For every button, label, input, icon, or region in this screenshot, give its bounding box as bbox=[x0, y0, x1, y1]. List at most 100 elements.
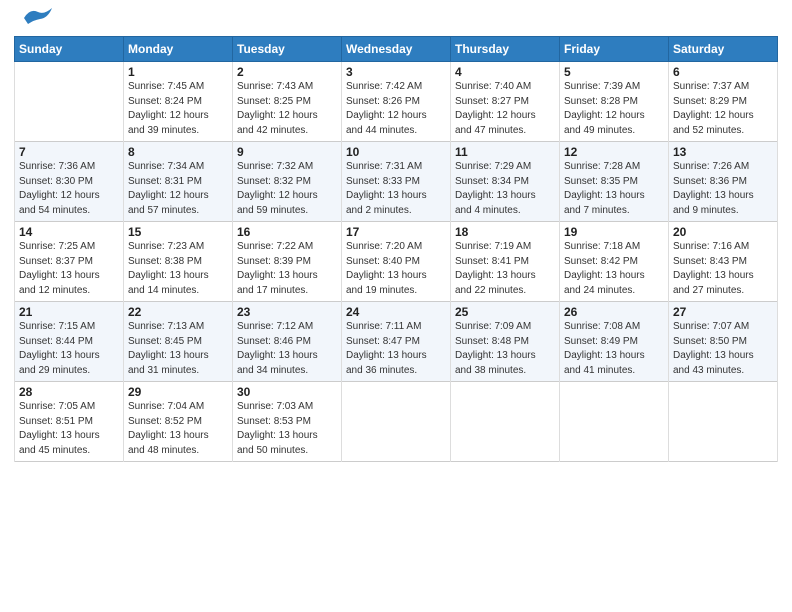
calendar-cell: 13Sunrise: 7:26 AMSunset: 8:36 PMDayligh… bbox=[669, 142, 778, 222]
day-number: 2 bbox=[237, 65, 337, 79]
calendar-cell: 27Sunrise: 7:07 AMSunset: 8:50 PMDayligh… bbox=[669, 302, 778, 382]
calendar-cell: 28Sunrise: 7:05 AMSunset: 8:51 PMDayligh… bbox=[15, 382, 124, 462]
calendar-cell: 15Sunrise: 7:23 AMSunset: 8:38 PMDayligh… bbox=[124, 222, 233, 302]
calendar-cell: 22Sunrise: 7:13 AMSunset: 8:45 PMDayligh… bbox=[124, 302, 233, 382]
day-info: Sunrise: 7:19 AMSunset: 8:41 PMDaylight:… bbox=[455, 240, 555, 298]
day-info: Sunrise: 7:39 AMSunset: 8:28 PMDaylight:… bbox=[564, 80, 664, 138]
day-number: 8 bbox=[128, 145, 228, 159]
week-row-2: 14Sunrise: 7:25 AMSunset: 8:37 PMDayligh… bbox=[15, 222, 778, 302]
day-number: 26 bbox=[564, 305, 664, 319]
calendar-cell: 23Sunrise: 7:12 AMSunset: 8:46 PMDayligh… bbox=[233, 302, 342, 382]
calendar-cell bbox=[560, 382, 669, 462]
day-number: 25 bbox=[455, 305, 555, 319]
calendar-cell: 5Sunrise: 7:39 AMSunset: 8:28 PMDaylight… bbox=[560, 62, 669, 142]
day-number: 22 bbox=[128, 305, 228, 319]
day-info: Sunrise: 7:42 AMSunset: 8:26 PMDaylight:… bbox=[346, 80, 446, 138]
calendar-cell bbox=[669, 382, 778, 462]
calendar-cell: 14Sunrise: 7:25 AMSunset: 8:37 PMDayligh… bbox=[15, 222, 124, 302]
day-info: Sunrise: 7:29 AMSunset: 8:34 PMDaylight:… bbox=[455, 160, 555, 218]
day-info: Sunrise: 7:37 AMSunset: 8:29 PMDaylight:… bbox=[673, 80, 773, 138]
calendar-cell bbox=[342, 382, 451, 462]
day-number: 1 bbox=[128, 65, 228, 79]
day-number: 16 bbox=[237, 225, 337, 239]
day-info: Sunrise: 7:36 AMSunset: 8:30 PMDaylight:… bbox=[19, 160, 119, 218]
day-number: 19 bbox=[564, 225, 664, 239]
day-info: Sunrise: 7:22 AMSunset: 8:39 PMDaylight:… bbox=[237, 240, 337, 298]
day-info: Sunrise: 7:15 AMSunset: 8:44 PMDaylight:… bbox=[19, 320, 119, 378]
week-row-4: 28Sunrise: 7:05 AMSunset: 8:51 PMDayligh… bbox=[15, 382, 778, 462]
calendar-cell: 16Sunrise: 7:22 AMSunset: 8:39 PMDayligh… bbox=[233, 222, 342, 302]
header-cell-sunday: Sunday bbox=[15, 37, 124, 62]
week-row-0: 1Sunrise: 7:45 AMSunset: 8:24 PMDaylight… bbox=[15, 62, 778, 142]
calendar-cell: 20Sunrise: 7:16 AMSunset: 8:43 PMDayligh… bbox=[669, 222, 778, 302]
calendar-cell: 8Sunrise: 7:34 AMSunset: 8:31 PMDaylight… bbox=[124, 142, 233, 222]
week-row-3: 21Sunrise: 7:15 AMSunset: 8:44 PMDayligh… bbox=[15, 302, 778, 382]
day-info: Sunrise: 7:20 AMSunset: 8:40 PMDaylight:… bbox=[346, 240, 446, 298]
calendar-cell: 10Sunrise: 7:31 AMSunset: 8:33 PMDayligh… bbox=[342, 142, 451, 222]
day-info: Sunrise: 7:08 AMSunset: 8:49 PMDaylight:… bbox=[564, 320, 664, 378]
calendar-cell: 6Sunrise: 7:37 AMSunset: 8:29 PMDaylight… bbox=[669, 62, 778, 142]
day-info: Sunrise: 7:32 AMSunset: 8:32 PMDaylight:… bbox=[237, 160, 337, 218]
calendar-cell: 17Sunrise: 7:20 AMSunset: 8:40 PMDayligh… bbox=[342, 222, 451, 302]
calendar-cell: 29Sunrise: 7:04 AMSunset: 8:52 PMDayligh… bbox=[124, 382, 233, 462]
header-cell-monday: Monday bbox=[124, 37, 233, 62]
day-number: 21 bbox=[19, 305, 119, 319]
page: SundayMondayTuesdayWednesdayThursdayFrid… bbox=[0, 0, 792, 612]
day-info: Sunrise: 7:18 AMSunset: 8:42 PMDaylight:… bbox=[564, 240, 664, 298]
calendar-cell bbox=[451, 382, 560, 462]
header-cell-tuesday: Tuesday bbox=[233, 37, 342, 62]
calendar-cell: 12Sunrise: 7:28 AMSunset: 8:35 PMDayligh… bbox=[560, 142, 669, 222]
calendar-cell: 2Sunrise: 7:43 AMSunset: 8:25 PMDaylight… bbox=[233, 62, 342, 142]
header-cell-wednesday: Wednesday bbox=[342, 37, 451, 62]
day-number: 20 bbox=[673, 225, 773, 239]
day-number: 30 bbox=[237, 385, 337, 399]
day-number: 14 bbox=[19, 225, 119, 239]
day-info: Sunrise: 7:05 AMSunset: 8:51 PMDaylight:… bbox=[19, 400, 119, 458]
day-info: Sunrise: 7:23 AMSunset: 8:38 PMDaylight:… bbox=[128, 240, 228, 298]
calendar-cell: 21Sunrise: 7:15 AMSunset: 8:44 PMDayligh… bbox=[15, 302, 124, 382]
day-info: Sunrise: 7:25 AMSunset: 8:37 PMDaylight:… bbox=[19, 240, 119, 298]
calendar-body: 1Sunrise: 7:45 AMSunset: 8:24 PMDaylight… bbox=[15, 62, 778, 462]
day-number: 29 bbox=[128, 385, 228, 399]
calendar-cell: 30Sunrise: 7:03 AMSunset: 8:53 PMDayligh… bbox=[233, 382, 342, 462]
day-number: 23 bbox=[237, 305, 337, 319]
day-number: 17 bbox=[346, 225, 446, 239]
header-cell-friday: Friday bbox=[560, 37, 669, 62]
day-number: 7 bbox=[19, 145, 119, 159]
day-number: 10 bbox=[346, 145, 446, 159]
day-number: 11 bbox=[455, 145, 555, 159]
calendar-cell: 11Sunrise: 7:29 AMSunset: 8:34 PMDayligh… bbox=[451, 142, 560, 222]
calendar-cell: 26Sunrise: 7:08 AMSunset: 8:49 PMDayligh… bbox=[560, 302, 669, 382]
day-info: Sunrise: 7:26 AMSunset: 8:36 PMDaylight:… bbox=[673, 160, 773, 218]
day-info: Sunrise: 7:03 AMSunset: 8:53 PMDaylight:… bbox=[237, 400, 337, 458]
day-info: Sunrise: 7:09 AMSunset: 8:48 PMDaylight:… bbox=[455, 320, 555, 378]
calendar-cell: 9Sunrise: 7:32 AMSunset: 8:32 PMDaylight… bbox=[233, 142, 342, 222]
calendar-cell: 24Sunrise: 7:11 AMSunset: 8:47 PMDayligh… bbox=[342, 302, 451, 382]
day-info: Sunrise: 7:12 AMSunset: 8:46 PMDaylight:… bbox=[237, 320, 337, 378]
day-number: 4 bbox=[455, 65, 555, 79]
calendar-cell: 1Sunrise: 7:45 AMSunset: 8:24 PMDaylight… bbox=[124, 62, 233, 142]
calendar-cell: 4Sunrise: 7:40 AMSunset: 8:27 PMDaylight… bbox=[451, 62, 560, 142]
day-number: 6 bbox=[673, 65, 773, 79]
day-number: 15 bbox=[128, 225, 228, 239]
day-info: Sunrise: 7:04 AMSunset: 8:52 PMDaylight:… bbox=[128, 400, 228, 458]
day-number: 18 bbox=[455, 225, 555, 239]
day-info: Sunrise: 7:16 AMSunset: 8:43 PMDaylight:… bbox=[673, 240, 773, 298]
day-info: Sunrise: 7:11 AMSunset: 8:47 PMDaylight:… bbox=[346, 320, 446, 378]
calendar-cell bbox=[15, 62, 124, 142]
day-number: 13 bbox=[673, 145, 773, 159]
day-info: Sunrise: 7:13 AMSunset: 8:45 PMDaylight:… bbox=[128, 320, 228, 378]
calendar-cell: 3Sunrise: 7:42 AMSunset: 8:26 PMDaylight… bbox=[342, 62, 451, 142]
day-info: Sunrise: 7:28 AMSunset: 8:35 PMDaylight:… bbox=[564, 160, 664, 218]
day-info: Sunrise: 7:40 AMSunset: 8:27 PMDaylight:… bbox=[455, 80, 555, 138]
calendar-cell: 7Sunrise: 7:36 AMSunset: 8:30 PMDaylight… bbox=[15, 142, 124, 222]
header bbox=[14, 10, 778, 28]
calendar-cell: 19Sunrise: 7:18 AMSunset: 8:42 PMDayligh… bbox=[560, 222, 669, 302]
logo-bird-icon bbox=[16, 6, 54, 28]
calendar-cell: 18Sunrise: 7:19 AMSunset: 8:41 PMDayligh… bbox=[451, 222, 560, 302]
day-number: 27 bbox=[673, 305, 773, 319]
day-number: 3 bbox=[346, 65, 446, 79]
calendar-cell: 25Sunrise: 7:09 AMSunset: 8:48 PMDayligh… bbox=[451, 302, 560, 382]
day-info: Sunrise: 7:34 AMSunset: 8:31 PMDaylight:… bbox=[128, 160, 228, 218]
logo bbox=[14, 10, 54, 28]
